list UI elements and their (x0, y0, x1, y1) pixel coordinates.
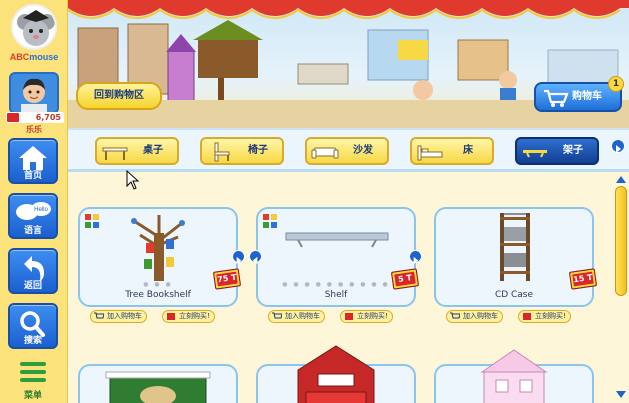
scroll-up-arrow-icon[interactable] (615, 174, 627, 184)
product-card-cd-case[interactable]: CD Case (434, 207, 594, 307)
ticket-icon (523, 313, 531, 320)
abcmouse-logo[interactable]: ABCmouse (2, 2, 66, 66)
add-to-cart-button[interactable]: 加入购物车 (446, 310, 503, 323)
tab-tables[interactable]: 桌子 (95, 137, 179, 165)
chevron-right-icon (616, 145, 621, 153)
shelf-icon (523, 150, 547, 158)
cart-count-badge: 1 (608, 76, 624, 92)
bed-icon (417, 145, 443, 161)
ticket-icon (167, 313, 175, 320)
price-tag: 5 T (390, 268, 420, 290)
price-tag: 15 T (568, 268, 598, 290)
chair-icon (214, 142, 230, 162)
back-button[interactable]: 返回 (8, 248, 58, 294)
search-button[interactable]: 搜索 (8, 303, 58, 349)
product-card-tree-bookshelf[interactable]: ● ● ● Tree Bookshelf (78, 207, 238, 307)
cart-icon (94, 312, 104, 319)
vertical-scrollbar[interactable] (613, 172, 629, 403)
logo-text: ABCmouse (9, 52, 59, 62)
product-grid: ● ● ● Tree Bookshelf 75 T 加入购物车 立刻购买! ● … (68, 172, 613, 403)
tab-chairs[interactable]: 椅子 (200, 137, 284, 165)
chevron-right-icon (236, 256, 242, 265)
bookcase-image (105, 371, 211, 403)
cart-icon (450, 312, 460, 319)
category-tabs: 桌子 椅子 沙发 床 架子 (68, 128, 629, 172)
cart-icon (544, 89, 569, 107)
barn-shelf-image (297, 345, 375, 403)
tab-sofas[interactable]: 沙发 (305, 137, 389, 165)
user-name: 乐乐 (26, 125, 42, 134)
shelf-image (285, 232, 389, 248)
cart-icon (272, 312, 282, 319)
avatar[interactable] (9, 72, 59, 114)
price-tag: 75 T (212, 268, 242, 290)
language-button[interactable]: Hello 语言 (8, 193, 58, 239)
back-to-shop-button[interactable]: 回到购物区 (76, 82, 162, 110)
home-button[interactable]: 首页 (8, 138, 58, 184)
tree-bookshelf-image (131, 215, 185, 281)
table-icon (102, 147, 128, 160)
add-to-cart-button[interactable]: 加入购物车 (90, 310, 147, 323)
mouse-cursor-icon (126, 170, 140, 190)
menu-button[interactable]: 菜单 (10, 360, 56, 401)
sofa-icon (311, 147, 339, 159)
menu-icon (20, 362, 46, 366)
product-card-partial[interactable] (78, 364, 238, 403)
image-pager-dots: ● ● ● (143, 281, 173, 288)
ticket-points: 6,705 (6, 112, 64, 123)
language-bubble-text: Hello (34, 207, 48, 213)
tab-beds[interactable]: 床 (410, 137, 494, 165)
product-prev-arrow[interactable] (249, 250, 262, 265)
buy-now-button[interactable]: 立刻购买! (518, 310, 571, 323)
product-next-arrow[interactable] (232, 250, 245, 265)
dollhouse-image (480, 349, 548, 403)
tab-shelves[interactable]: 架子 (515, 137, 599, 165)
scroll-down-arrow-icon[interactable] (615, 390, 627, 400)
image-pager-dots: ● ● ● ● ● ● ● ● ● ● (282, 281, 390, 288)
product-card-shelf[interactable]: ● ● ● ● ● ● ● ● ● ● Shelf (256, 207, 416, 307)
product-next-arrow[interactable] (409, 250, 422, 265)
ticket-icon (345, 313, 353, 320)
product-card-partial[interactable] (256, 345, 416, 403)
cd-case-image (500, 213, 530, 281)
chevron-left-icon (252, 256, 258, 265)
left-sidebar: ABCmouse 6,705 乐乐 首页 Hello 语言 返回 搜索 菜单 (0, 0, 68, 403)
mouse-mascot-icon (11, 4, 57, 50)
buy-now-button[interactable]: 立刻购买! (340, 310, 393, 323)
buy-now-button[interactable]: 立刻购买! (162, 310, 215, 323)
next-category-arrow[interactable] (611, 139, 625, 153)
product-card-partial[interactable] (434, 349, 594, 403)
store-scene: 回到购物区 购物车 1 (68, 0, 629, 128)
scroll-thumb[interactable] (615, 186, 627, 296)
chevron-right-icon (413, 256, 419, 265)
add-to-cart-button[interactable]: 加入购物车 (268, 310, 325, 323)
ticket-icon (7, 113, 19, 122)
